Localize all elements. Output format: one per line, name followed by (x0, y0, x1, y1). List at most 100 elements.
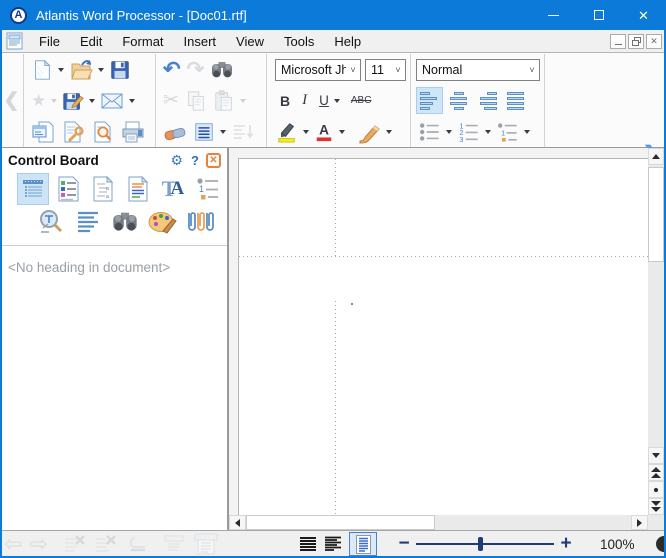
window-view-button[interactable] (29, 119, 57, 145)
draft-view-button[interactable] (299, 536, 317, 552)
find-pane-icon[interactable] (110, 207, 140, 237)
minimize-button[interactable] (531, 0, 576, 30)
bold-button[interactable]: B (278, 88, 292, 114)
sort-button[interactable] (229, 119, 257, 145)
align-center-button[interactable] (446, 88, 471, 113)
find-button[interactable] (208, 57, 236, 83)
doc-remove-icon[interactable] (63, 534, 87, 554)
styles-pane-icon[interactable] (123, 174, 153, 204)
open-button[interactable] (67, 57, 95, 83)
scroll-right-button[interactable] (631, 515, 648, 530)
list-doc-large-icon[interactable] (193, 533, 219, 555)
vertical-scrollbar[interactable] (648, 148, 664, 515)
zoom-pane-icon[interactable] (36, 207, 66, 237)
doc-remove-alt-icon[interactable] (94, 534, 118, 554)
line-spacing-dropdown-icon[interactable] (220, 130, 226, 134)
mdi-restore-button[interactable] (628, 34, 644, 49)
strikethrough-button[interactable]: ABC (349, 88, 374, 114)
email-dropdown-icon[interactable] (129, 99, 135, 103)
new-document-button[interactable] (29, 57, 55, 83)
bullets-dropdown-icon[interactable] (446, 130, 452, 134)
italic-button[interactable]: I (300, 88, 309, 114)
maximize-button[interactable] (576, 0, 621, 30)
normal-view-button[interactable] (324, 536, 342, 552)
print-preview-button[interactable] (89, 119, 117, 145)
chevron-down-icon[interactable]: ˅ (525, 65, 539, 75)
palette-pane-icon[interactable] (147, 207, 177, 237)
list-doc-icon[interactable] (162, 534, 186, 554)
save-as-button[interactable] (60, 88, 86, 114)
align-left-button[interactable] (417, 88, 442, 113)
horizontal-scrollbar-thumb[interactable] (246, 515, 435, 530)
redo-button[interactable]: ↷ (185, 57, 207, 83)
cut-button[interactable]: ✂ (161, 88, 181, 114)
multilevel-dropdown-icon[interactable] (524, 130, 530, 134)
eraser-button[interactable] (161, 119, 189, 145)
close-icon[interactable]: ✕ (206, 153, 221, 168)
bullets-button[interactable] (416, 119, 443, 145)
highlight-button[interactable] (274, 119, 300, 145)
zoom-out-button[interactable]: − (392, 533, 416, 555)
document-icon[interactable] (6, 32, 23, 50)
help-icon[interactable]: ? (191, 153, 199, 168)
chevron-down-icon[interactable]: ˅ (346, 65, 360, 75)
previous-page-button[interactable] (648, 464, 664, 481)
font-color-button[interactable]: A (312, 119, 336, 145)
numbering-dropdown-icon[interactable] (485, 130, 491, 134)
scroll-left-button[interactable] (229, 515, 246, 530)
menu-file[interactable]: File (29, 32, 70, 51)
toolbar-scroll-left-icon[interactable]: ❮ (4, 89, 20, 112)
justify-button[interactable] (504, 88, 529, 113)
paste-dropdown-icon[interactable] (240, 99, 246, 103)
copy-button[interactable] (183, 88, 209, 114)
list-pane-icon[interactable]: 1 (193, 174, 223, 204)
new-dropdown-icon[interactable] (58, 68, 64, 72)
numbering-button[interactable]: 123 (455, 119, 482, 145)
open-dropdown-icon[interactable] (98, 68, 104, 72)
font-color-dropdown-icon[interactable] (339, 130, 345, 134)
format-painter-dropdown-icon[interactable] (386, 130, 392, 134)
underline-dropdown-icon[interactable] (334, 99, 340, 103)
save-as-dropdown-icon[interactable] (89, 99, 95, 103)
fields-pane-icon[interactable]: aa (88, 174, 118, 204)
overview-pane-icon[interactable] (18, 174, 48, 204)
email-button[interactable] (98, 88, 126, 114)
menu-tools[interactable]: Tools (274, 32, 324, 51)
horizontal-scrollbar[interactable] (229, 515, 648, 530)
drop-caps-icon[interactable]: TA (158, 174, 188, 204)
forward-arrow-icon[interactable]: ⇨ (29, 533, 47, 555)
scroll-down-button[interactable] (648, 447, 664, 464)
highlight-dropdown-icon[interactable] (303, 130, 309, 134)
mdi-close-button[interactable]: ✕ (646, 34, 662, 49)
back-arrow-icon[interactable]: ⇦ (4, 533, 22, 555)
paste-button[interactable] (211, 88, 237, 114)
font-name-combo[interactable]: Microsoft Jh ˅ (275, 59, 361, 81)
attachments-pane-icon[interactable] (184, 207, 214, 237)
menu-format[interactable]: Format (112, 32, 173, 51)
menu-view[interactable]: View (226, 32, 274, 51)
style-combo[interactable]: Normal ˅ (416, 59, 540, 81)
format-painter-button[interactable] (355, 119, 383, 145)
zoom-slider-thumb[interactable] (478, 537, 483, 551)
vertical-scrollbar-thumb[interactable] (648, 167, 664, 262)
chevron-down-icon[interactable]: ˅ (391, 65, 405, 75)
underline-button[interactable]: U (317, 88, 331, 114)
line-spacing-button[interactable] (191, 119, 217, 145)
close-button[interactable]: ✕ (621, 0, 666, 30)
print-button[interactable] (119, 119, 147, 145)
zoom-slider[interactable] (416, 531, 554, 557)
undo-button[interactable]: ↶ (161, 57, 183, 83)
multilevel-list-button[interactable]: 1 (494, 119, 521, 145)
zoom-slider-track[interactable] (416, 543, 554, 545)
menu-insert[interactable]: Insert (174, 32, 227, 51)
font-size-combo[interactable]: 11 ˅ (365, 59, 406, 81)
document-page[interactable] (238, 158, 648, 515)
headings-pane-icon[interactable] (53, 174, 83, 204)
paragraph-pane-icon[interactable] (73, 207, 103, 237)
favorites-dropdown-icon[interactable] (51, 99, 57, 103)
move-back-icon[interactable] (125, 534, 149, 554)
settings-gear-icon[interactable]: ⚙ (170, 152, 183, 169)
page-layout-view-button[interactable] (349, 532, 377, 556)
zoom-in-button[interactable]: + (554, 533, 578, 555)
favorites-button[interactable]: ★ (29, 88, 48, 114)
